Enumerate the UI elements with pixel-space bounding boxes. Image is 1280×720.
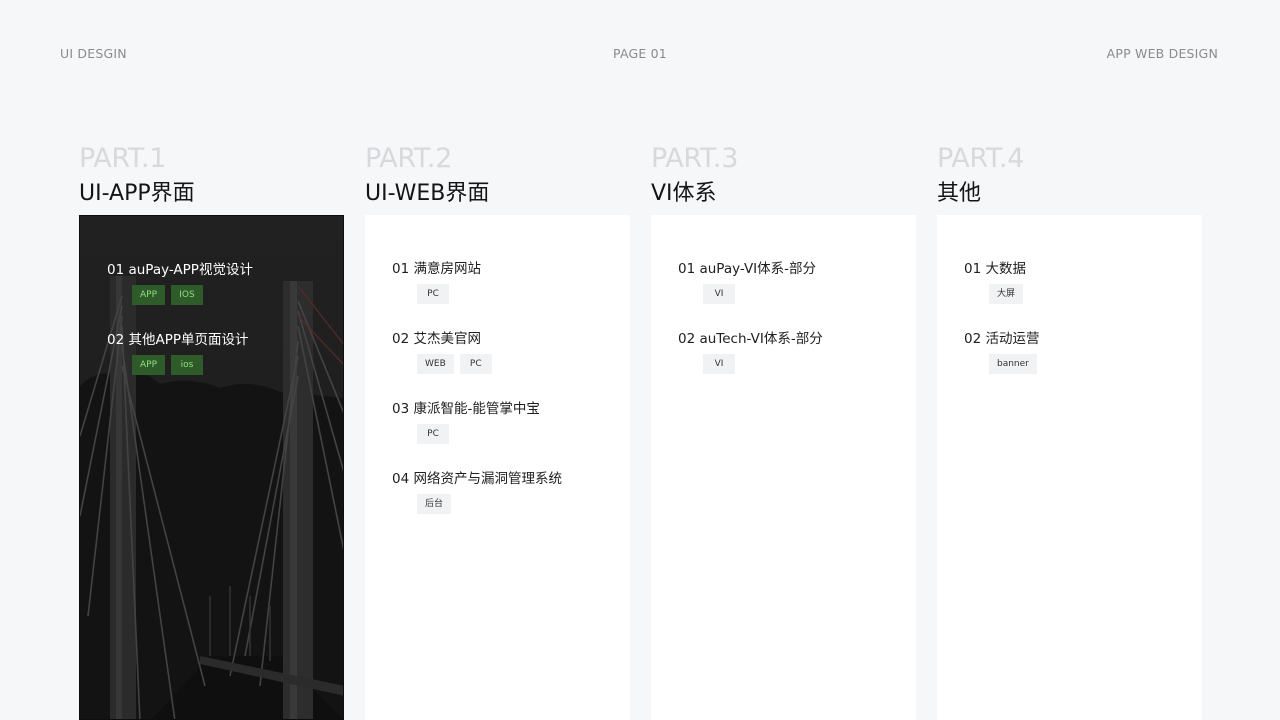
- tag[interactable]: PC: [417, 284, 449, 304]
- part-label: PART.4: [937, 143, 1025, 174]
- list-item[interactable]: 04 网络资产与漏洞管理系统 后台: [392, 467, 562, 514]
- item-title: 02 auTech-VI体系-部分: [678, 331, 823, 347]
- header-right-label: APP WEB DESIGN: [1106, 46, 1218, 61]
- tag[interactable]: VI: [703, 284, 735, 304]
- item-title: 04 网络资产与漏洞管理系统: [392, 471, 562, 487]
- list-item[interactable]: 02 auTech-VI体系-部分 VI: [678, 327, 823, 374]
- page-number: PAGE 01: [613, 46, 667, 61]
- other-panel[interactable]: 01 大数据 大屏 02 活动运营 banner: [937, 215, 1202, 720]
- part-label: PART.3: [651, 143, 739, 174]
- tag[interactable]: 大屏: [989, 284, 1024, 304]
- list-item[interactable]: 01 满意房网站 PC: [392, 257, 481, 304]
- item-title: 02 活动运营: [964, 331, 1040, 347]
- part-label: PART.1: [79, 143, 167, 174]
- tag[interactable]: banner: [989, 354, 1037, 374]
- tag[interactable]: ios: [171, 355, 204, 375]
- item-title: 01 满意房网站: [392, 261, 481, 277]
- tag-group: VI: [678, 284, 816, 304]
- list-item[interactable]: 02 其他APP单页面设计 APP ios: [107, 328, 249, 375]
- item-title: 01 auPay-VI体系-部分: [678, 261, 817, 277]
- tag[interactable]: PC: [417, 424, 449, 444]
- column-title: UI-WEB界面: [365, 181, 490, 206]
- item-title: 03 康派智能-能管掌中宝: [392, 401, 540, 417]
- column-title: VI体系: [651, 181, 717, 206]
- item-title: 02 艾杰美官网: [392, 331, 481, 347]
- tag-group: 大屏: [964, 284, 1026, 304]
- list-item[interactable]: 02 艾杰美官网 WEB PC: [392, 327, 492, 374]
- page: UI DESGIN PAGE 01 APP WEB DESIGN PART.1 …: [0, 0, 1280, 720]
- tag[interactable]: WEB: [417, 354, 454, 374]
- tag[interactable]: IOS: [171, 285, 204, 305]
- list-item[interactable]: 02 活动运营 banner: [964, 327, 1039, 374]
- item-title: 02 其他APP单页面设计: [107, 332, 249, 348]
- tag[interactable]: APP: [132, 355, 166, 375]
- tag-group: APP ios: [107, 355, 249, 375]
- item-title: 01 auPay-APP视觉设计: [107, 262, 253, 278]
- list-item[interactable]: 01 大数据 大屏: [964, 257, 1026, 304]
- tag-group: APP IOS: [107, 285, 253, 305]
- item-title: 01 大数据: [964, 261, 1026, 277]
- tag[interactable]: 后台: [417, 494, 452, 514]
- vi-panel[interactable]: 01 auPay-VI体系-部分 VI 02 auTech-VI体系-部分 VI: [651, 215, 916, 720]
- tag[interactable]: PC: [459, 354, 492, 374]
- list-item[interactable]: 01 auPay-VI体系-部分 VI: [678, 257, 816, 304]
- list-item[interactable]: 01 auPay-APP视觉设计 APP IOS: [107, 258, 253, 305]
- list-item[interactable]: 03 康派智能-能管掌中宝 PC: [392, 397, 540, 444]
- web-panel[interactable]: 01 满意房网站 PC 02 艾杰美官网 WEB PC 03 康派智能-能管掌中…: [365, 215, 630, 720]
- tag-group: 后台: [392, 494, 562, 514]
- tag-group: VI: [678, 354, 823, 374]
- column-title: 其他: [937, 181, 982, 206]
- column-title: UI-APP界面: [79, 181, 195, 206]
- tag[interactable]: VI: [703, 354, 735, 374]
- tag-group: PC: [392, 284, 481, 304]
- tag-group: WEB PC: [392, 354, 492, 374]
- tag-group: PC: [392, 424, 540, 444]
- part-label: PART.2: [365, 143, 453, 174]
- app-panel[interactable]: 01 auPay-APP视觉设计 APP IOS 02 其他APP单页面设计 A…: [79, 215, 344, 720]
- tag-group: banner: [964, 354, 1039, 374]
- tag[interactable]: APP: [132, 285, 166, 305]
